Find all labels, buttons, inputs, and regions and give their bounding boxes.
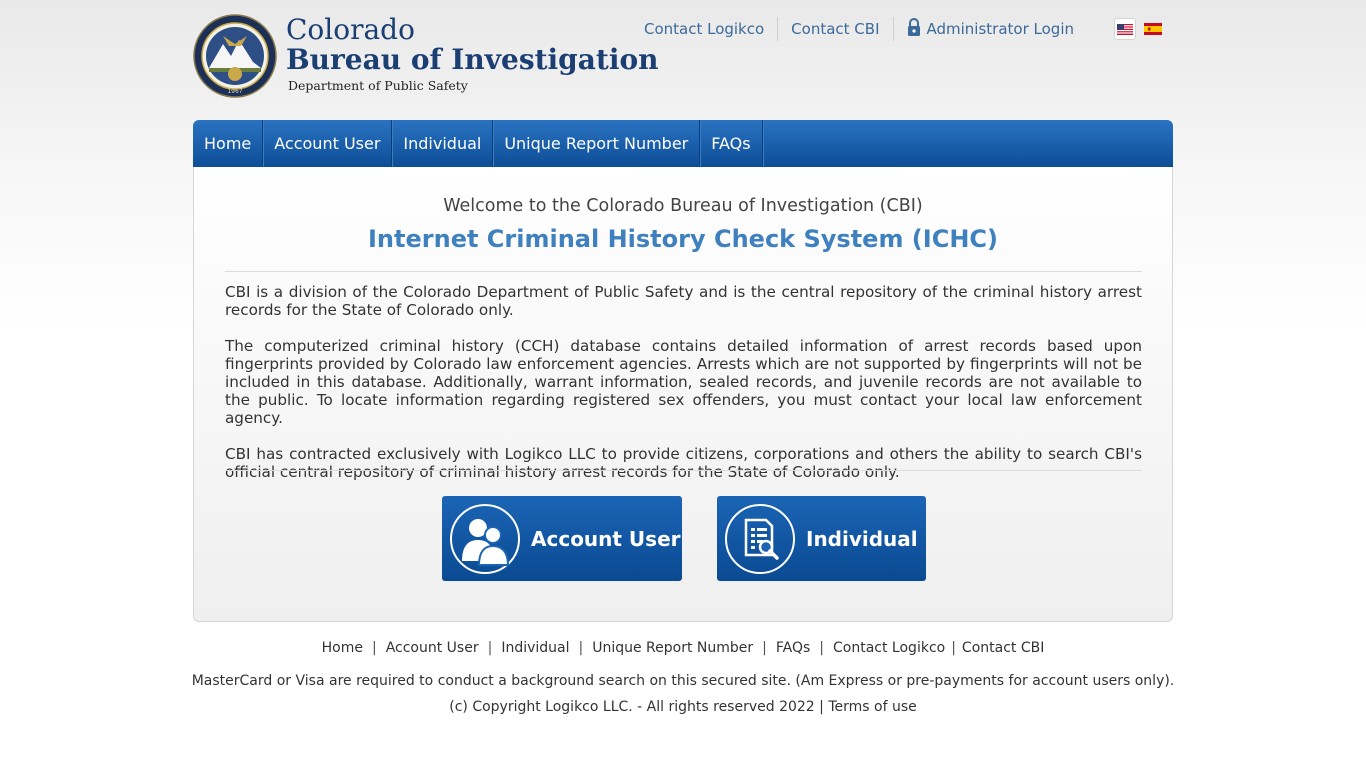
divider-bottom: [225, 470, 1142, 471]
contact-cbi-link[interactable]: Contact CBI: [778, 17, 892, 41]
footer-separator: |: [578, 640, 584, 656]
main-panel: Welcome to the Colorado Bureau of Invest…: [193, 167, 1173, 622]
brand-line-3: Department of Public Safety: [288, 78, 468, 93]
footer-links: Home | Account User | Individual | Unique Repo…: [0, 640, 1366, 656]
footer-link-contact-cbi[interactable]: Contact CBI: [962, 640, 1044, 656]
copyright-text: (c) Copyright Logikco LLC. - All rights …: [449, 699, 815, 715]
payment-note: MasterCard or Visa are required to condu…: [191, 673, 1175, 689]
footer-link-home[interactable]: Home: [322, 640, 363, 656]
page-title: Internet Criminal History Check System (…: [368, 225, 998, 253]
footer-link-faqs[interactable]: FAQs: [776, 640, 810, 656]
intro-paragraph-1: CBI is a division of the Colorado Depart…: [225, 283, 1142, 319]
footer-link-individual[interactable]: Individual: [501, 640, 569, 656]
administrator-login-label: Administrator Login: [926, 20, 1075, 38]
intro-paragraph-2: The computerized criminal history (CCH) …: [225, 337, 1142, 427]
users-icon: [450, 503, 520, 574]
lock-icon: [907, 18, 920, 36]
welcome-text: Welcome to the Colorado Bureau of Invest…: [443, 196, 923, 216]
terms-of-use-link[interactable]: Terms of use: [828, 699, 916, 715]
account-user-button[interactable]: Account User: [442, 496, 682, 581]
intro-paragraph-3: CBI has contracted exclusively with Logi…: [225, 445, 1142, 481]
footer-separator: |: [951, 640, 956, 656]
intro-text: CBI is a division of the Colorado Depart…: [225, 283, 1142, 499]
svg-text:1967: 1967: [227, 88, 242, 95]
contact-logikco-link[interactable]: Contact Logikco: [631, 17, 777, 41]
footer-link-account-user[interactable]: Account User: [386, 640, 479, 656]
individual-button[interactable]: Individual: [717, 496, 926, 581]
language-flags: [1114, 18, 1164, 40]
nav-faqs[interactable]: FAQs: [700, 120, 763, 167]
individual-button-label: Individual: [806, 526, 918, 551]
document-search-icon: [725, 503, 795, 574]
account-user-button-label: Account User: [531, 526, 681, 551]
main-nav: Home Account User Individual Unique Repo…: [193, 120, 1173, 167]
us-flag-icon[interactable]: [1114, 18, 1136, 40]
nav-account-user[interactable]: Account User: [263, 120, 393, 167]
nav-home[interactable]: Home: [193, 120, 264, 167]
footer-link-unique-report-number[interactable]: Unique Report Number: [592, 640, 753, 656]
footer-link-contact-logikco[interactable]: Contact Logikco: [833, 640, 945, 656]
spain-flag-icon[interactable]: [1142, 18, 1164, 40]
administrator-login-link[interactable]: Administrator Login: [894, 17, 1088, 41]
footer-separator: |: [819, 640, 825, 656]
users-icon-graphic: [462, 518, 510, 566]
footer-separator: |: [487, 640, 493, 656]
brand-line-1: Colorado: [286, 13, 415, 46]
footer-separator: |: [762, 640, 767, 656]
brand-line-2: Bureau of Investigation: [286, 43, 659, 76]
nav-individual[interactable]: Individual: [392, 120, 494, 167]
divider-top: [225, 271, 1142, 272]
cbi-seal-logo[interactable]: 1967: [193, 14, 277, 98]
spain-flag-graphic: [1144, 23, 1162, 35]
document-search-icon-graphic: [744, 518, 779, 560]
top-links: Contact Logikco Contact CBI Administrato…: [631, 17, 1087, 41]
brand-title[interactable]: Colorado Bureau of Investigation Departm…: [286, 13, 659, 94]
us-flag-graphic: [1117, 23, 1133, 35]
footer-separator: |: [371, 640, 377, 656]
copyright-line: (c) Copyright Logikco LLC. - All rights …: [449, 699, 917, 715]
nav-unique-report-number[interactable]: Unique Report Number: [493, 120, 701, 167]
